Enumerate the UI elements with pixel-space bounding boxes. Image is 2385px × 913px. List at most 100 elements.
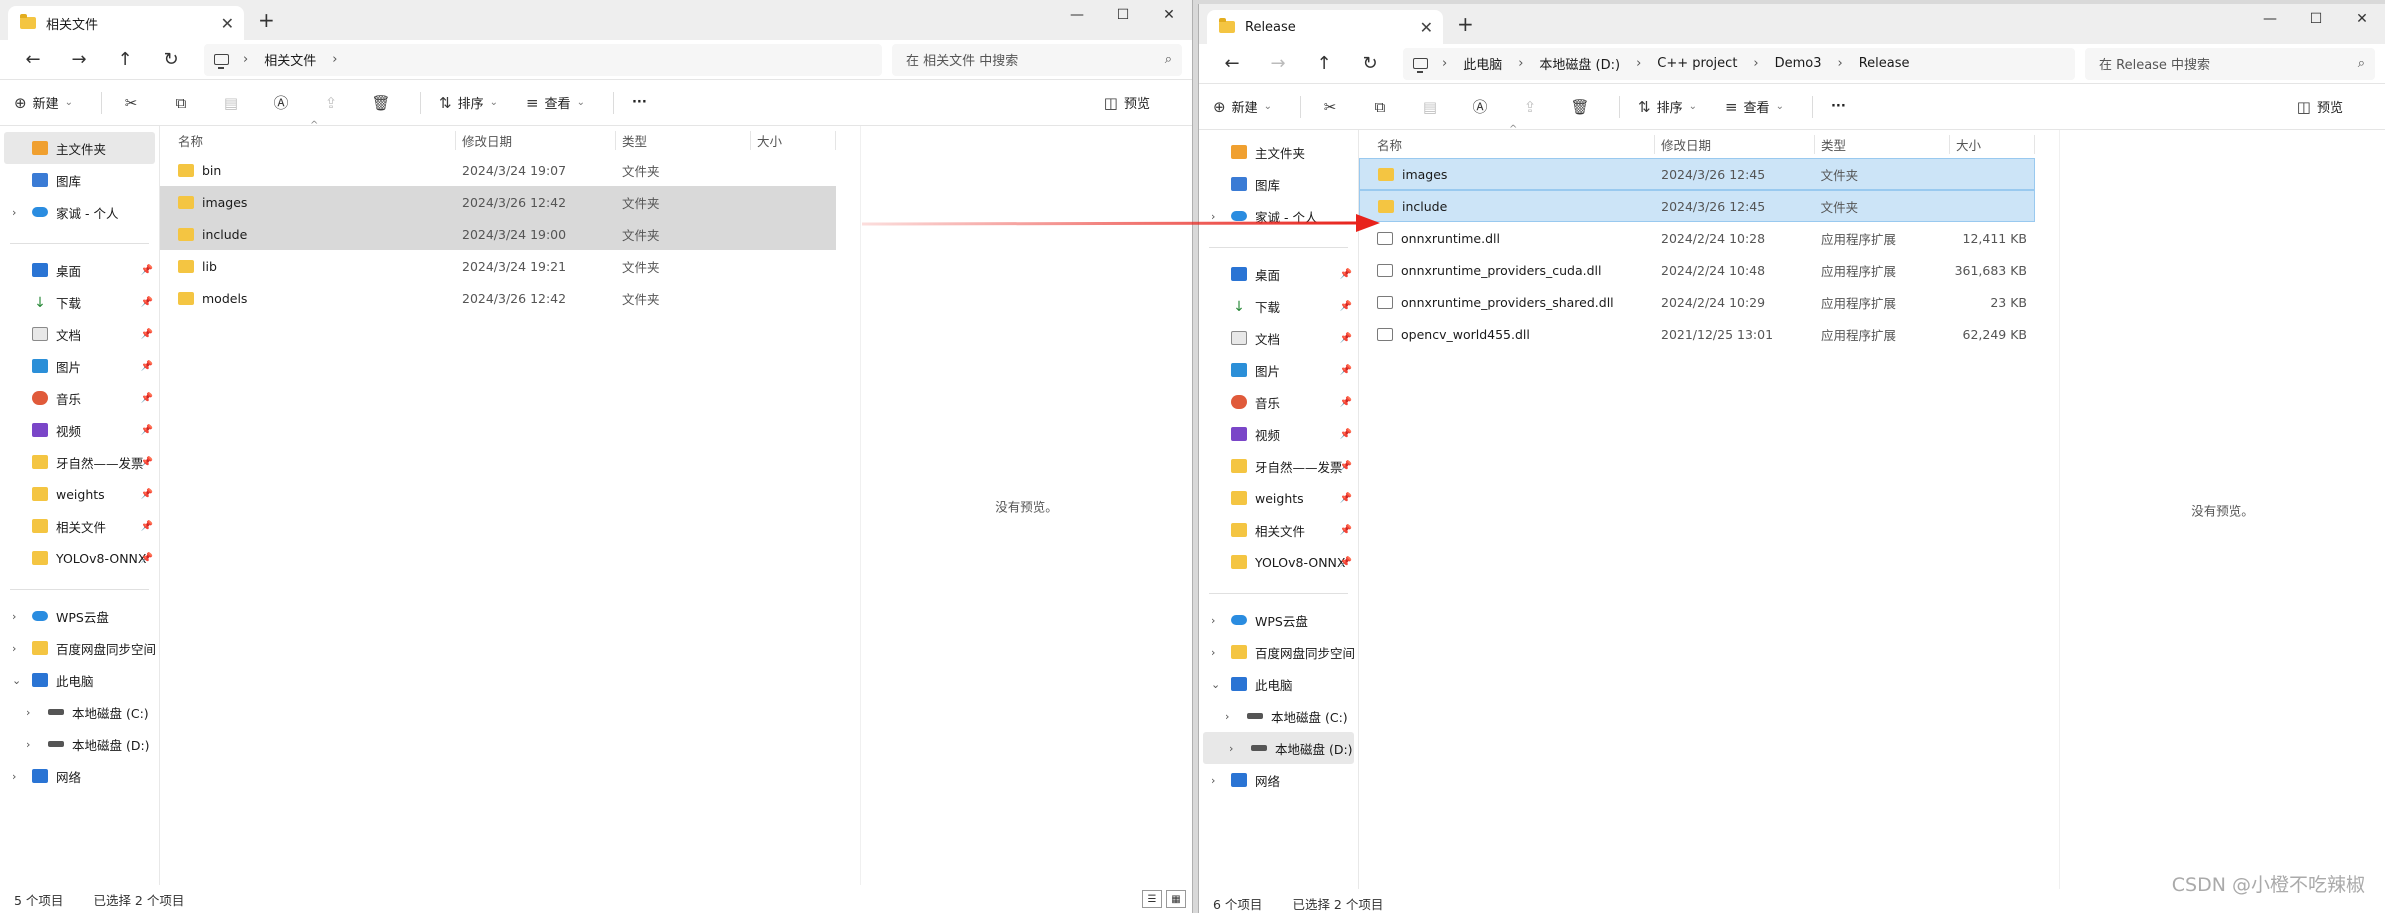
refresh-button[interactable]: ↻ [1347,53,1393,74]
chevron-right-icon[interactable]: › [1211,614,1215,627]
sidebar-item[interactable]: 图库 [1199,168,1358,200]
column-header-size[interactable]: 大小 [1950,134,2035,154]
sidebar-item[interactable]: YOLOv8-ONNX 📌 [1199,546,1358,578]
sidebar-item[interactable]: 图片 📌 [0,350,159,382]
sidebar-item[interactable]: 桌面 📌 [0,254,159,286]
delete-icon[interactable]: 🗑 [370,94,392,112]
sidebar-item[interactable]: › 百度网盘同步空间 [1199,636,1358,668]
forward-button[interactable]: → [56,49,102,70]
file-row[interactable]: images 2024/3/26 12:42 文件夹 [160,186,836,218]
more-button[interactable]: ··· [632,95,647,110]
file-row[interactable]: onnxruntime_providers_cuda.dll 2024/2/24 … [1359,254,2035,286]
chevron-right-icon[interactable]: › [26,706,30,719]
file-row[interactable]: bin 2024/3/24 19:07 文件夹 [160,154,836,186]
sidebar-item[interactable]: 文档 📌 [0,318,159,350]
chevron-right-icon[interactable]: › [12,610,16,623]
tab-release[interactable]: Release ✕ [1207,10,1443,44]
sidebar-item[interactable]: › WPS云盘 [1199,604,1358,636]
sidebar-item[interactable]: 牙自然——发票 📌 [0,446,159,478]
details-view-icon[interactable]: ☰ [1142,890,1162,908]
chevron-right-icon[interactable]: › [1225,710,1229,723]
sidebar-item[interactable]: › 网络 [1199,764,1358,796]
chevron-right-icon[interactable]: › [12,770,16,783]
preview-button[interactable]: ◫ 预览 [1104,93,1150,113]
sidebar-item[interactable]: weights 📌 [0,478,159,510]
breadcrumb[interactable]: › 此电脑 › 本地磁盘 (D:) › C++ project › Demo3 › Releas… [1403,47,2075,80]
cut-icon[interactable]: ✂ [120,94,142,112]
chevron-right-icon[interactable]: › [26,738,30,751]
chevron-right-icon[interactable]: › [1229,742,1233,755]
chevron-down-icon[interactable]: ⌄ [1211,678,1220,691]
breadcrumb-item[interactable]: 此电脑 › [1463,54,1539,73]
sidebar-item[interactable]: ↓ 下载 📌 [1199,290,1358,322]
close-tab-icon[interactable]: ✕ [221,14,234,33]
sidebar-item[interactable]: 音乐 📌 [1199,386,1358,418]
sidebar-item[interactable]: 音乐 📌 [0,382,159,414]
paste-icon[interactable]: ▤ [220,94,242,112]
sidebar-item[interactable]: 相关文件 📌 [1199,514,1358,546]
breadcrumb[interactable]: › 相关文件 › [204,43,882,76]
minimize-button[interactable]: — [1054,0,1100,30]
sidebar-item[interactable]: 图库 [0,164,159,196]
view-button[interactable]: ≡ 查看 ⌄ [526,93,585,113]
file-row[interactable]: lib 2024/3/24 19:21 文件夹 [160,250,836,282]
breadcrumb-item[interactable]: Demo3 › [1775,56,1859,71]
column-header-date[interactable]: 修改日期 [1655,134,1815,154]
forward-button[interactable]: → [1255,53,1301,74]
file-row[interactable]: include 2024/3/26 12:45 文件夹 [1359,190,2035,222]
sidebar-item[interactable]: YOLOv8-ONNX 📌 [0,542,159,574]
sort-button[interactable]: ⇅ 排序 ⌄ [1638,97,1697,117]
breadcrumb-item[interactable]: 本地磁盘 (D:) › [1539,54,1657,73]
minimize-button[interactable]: — [2247,4,2293,34]
sidebar-item[interactable]: ⌄ 此电脑 [1199,668,1358,700]
chevron-right-icon[interactable]: › [1211,646,1215,659]
sidebar-item[interactable]: 相关文件 📌 [0,510,159,542]
paste-icon[interactable]: ▤ [1419,98,1441,116]
sidebar-item[interactable]: 视频 📌 [1199,418,1358,450]
sidebar-item[interactable]: weights 📌 [1199,482,1358,514]
column-header-name[interactable]: 名称 [160,130,456,150]
copy-icon[interactable]: ⧉ [1369,98,1391,116]
close-tab-icon[interactable]: ✕ [1420,18,1433,37]
sidebar-item[interactable]: › 家诚 - 个人 [1199,200,1358,232]
sidebar-item[interactable]: › WPS云盘 [0,600,159,632]
sidebar-item[interactable]: 牙自然——发票 📌 [1199,450,1358,482]
sidebar-item[interactable]: › 本地磁盘 (D:) [1203,732,1354,764]
share-icon[interactable]: ⇪ [320,94,342,112]
column-header-size[interactable]: 大小 [751,130,836,150]
sidebar-item[interactable]: › 本地磁盘 (C:) [0,696,159,728]
tiles-view-icon[interactable]: ▦ [1166,890,1186,908]
sidebar-item[interactable]: › 网络 [0,760,159,792]
rename-icon[interactable]: Ⓐ [1469,96,1491,117]
breadcrumb-item[interactable]: C++ project › [1657,56,1774,71]
chevron-right-icon[interactable]: › [12,206,16,219]
column-header-type[interactable]: 类型 [1815,134,1950,154]
sidebar-item[interactable]: › 本地磁盘 (C:) [1199,700,1358,732]
file-row[interactable]: include 2024/3/24 19:00 文件夹 [160,218,836,250]
sidebar-item[interactable]: › 家诚 - 个人 [0,196,159,228]
sidebar-item[interactable]: 视频 📌 [0,414,159,446]
new-tab-button[interactable]: + [1457,12,1474,36]
new-tab-button[interactable]: + [258,8,275,32]
sidebar-item[interactable]: ⌄ 此电脑 [0,664,159,696]
back-button[interactable]: ← [1209,53,1255,74]
view-button[interactable]: ≡ 查看 ⌄ [1725,97,1784,117]
file-row[interactable]: onnxruntime.dll 2024/2/24 10:28 应用程序扩展 12,4… [1359,222,2035,254]
up-button[interactable]: ↑ [1301,53,1347,74]
copy-icon[interactable]: ⧉ [170,94,192,112]
chevron-right-icon[interactable]: › [1211,210,1215,223]
file-row[interactable]: images 2024/3/26 12:45 文件夹 [1359,158,2035,190]
breadcrumb-item[interactable]: Release [1859,56,1910,71]
file-row[interactable]: opencv_world455.dll 2021/12/25 13:01 应用程序扩… [1359,318,2035,350]
sidebar-item[interactable]: ↓ 下载 📌 [0,286,159,318]
search-input[interactable]: 在 相关文件 中搜索 ⌕ [892,43,1182,76]
column-header-type[interactable]: 类型 [616,130,751,150]
sidebar-item[interactable]: 桌面 📌 [1199,258,1358,290]
rename-icon[interactable]: Ⓐ [270,92,292,113]
close-window-button[interactable]: ✕ [1146,0,1192,30]
cut-icon[interactable]: ✂ [1319,98,1341,116]
tab-related-files[interactable]: 相关文件 ✕ [8,6,244,40]
share-icon[interactable]: ⇪ [1519,98,1541,116]
chevron-right-icon[interactable]: › [12,642,16,655]
maximize-button[interactable]: ☐ [1100,0,1146,30]
